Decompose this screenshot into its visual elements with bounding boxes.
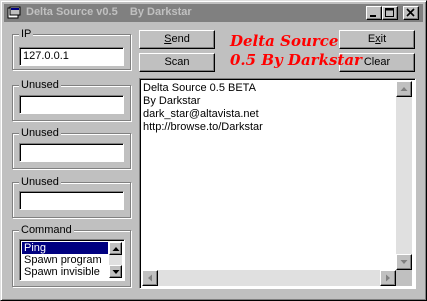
ip-input[interactable]: 127.0.0.1	[19, 47, 124, 66]
command-option-spawn-invisible[interactable]: Spawn invisible	[22, 266, 108, 278]
unused-input-1[interactable]	[19, 95, 124, 114]
output-text: Delta Source 0.5 BETA By Darkstar dark_s…	[143, 82, 263, 134]
unused-group-2-label: Unused	[19, 126, 61, 140]
output-textarea[interactable]: Delta Source 0.5 BETA By Darkstar dark_s…	[139, 78, 416, 289]
command-group-label: Command	[19, 223, 74, 237]
brand-line-1: Delta Source	[230, 32, 339, 50]
unused-input-2[interactable]	[19, 143, 124, 162]
output-line: By Darkstar	[143, 95, 201, 107]
command-option-spawn-program[interactable]: Spawn program	[22, 254, 108, 266]
output-line: http://browse.to/Darkstar	[143, 121, 263, 133]
output-scroll-up-button[interactable]	[396, 81, 412, 97]
arrow-up-icon	[400, 87, 408, 91]
arrow-up-icon	[112, 246, 119, 251]
arrow-right-icon	[386, 274, 390, 282]
scrollbar-corner	[396, 270, 412, 286]
send-button-rest: end	[171, 33, 190, 45]
minimize-button[interactable]	[366, 6, 382, 20]
exit-button-post: it	[380, 33, 387, 45]
unused-group-3-label: Unused	[19, 175, 61, 189]
app-icon[interactable]	[7, 6, 21, 20]
command-scroll-down-button[interactable]	[109, 265, 122, 278]
close-button[interactable]	[403, 6, 419, 20]
arrow-down-icon	[400, 260, 408, 264]
brand-line-2: 0.5 By Darkstar	[230, 51, 362, 69]
exit-button[interactable]: Exit	[339, 30, 415, 49]
command-listbox[interactable]: Ping Spawn program Spawn invisible	[19, 239, 125, 281]
unused-input-3[interactable]	[19, 191, 124, 210]
unused-group-1-label: Unused	[19, 78, 61, 92]
close-icon	[406, 8, 415, 17]
maximize-icon	[385, 8, 394, 17]
output-scroll-down-button[interactable]	[396, 254, 412, 270]
window-title: Delta Source v0.5 By Darkstar	[26, 6, 192, 18]
title-bar[interactable]: Delta Source v0.5 By Darkstar	[4, 4, 423, 22]
arrow-down-icon	[112, 269, 119, 274]
output-line: dark_star@altavista.net	[143, 108, 259, 120]
main-window: Delta Source v0.5 By Darkstar IP 127.0.0…	[0, 0, 427, 301]
minimize-icon	[370, 15, 376, 17]
send-button[interactable]: Send	[139, 30, 215, 49]
scan-button[interactable]: Scan	[139, 53, 215, 72]
output-scroll-right-button[interactable]	[380, 270, 396, 286]
ip-group-label: IP	[19, 27, 34, 41]
command-option-ping[interactable]: Ping	[22, 242, 108, 254]
output-scroll-left-button[interactable]	[142, 270, 158, 286]
arrow-left-icon	[148, 274, 152, 282]
scan-button-label: Scan	[164, 56, 190, 68]
output-line: Delta Source 0.5 BETA	[143, 82, 256, 94]
command-scroll-up-button[interactable]	[109, 242, 122, 255]
clear-button-label: Clear	[363, 56, 391, 68]
maximize-button[interactable]	[382, 6, 398, 20]
output-vscrollbar[interactable]	[396, 81, 412, 270]
output-hscrollbar[interactable]	[142, 270, 396, 286]
command-scrollbar[interactable]	[109, 242, 122, 278]
